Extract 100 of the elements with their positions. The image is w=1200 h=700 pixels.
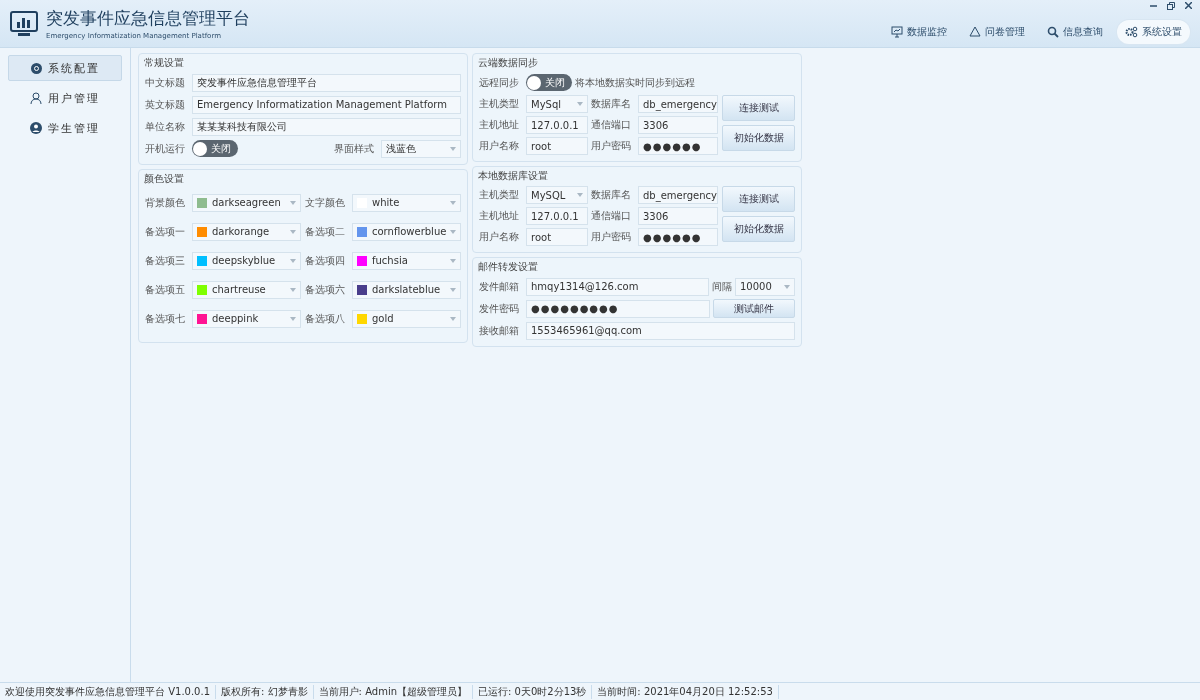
test-mail-button[interactable]: 测试邮件	[713, 299, 795, 318]
color-dropdown[interactable]: darkseagreen	[192, 193, 301, 212]
minimize-icon[interactable]	[1150, 2, 1157, 9]
field-label: 备选项二	[305, 224, 346, 239]
field-label: 主机类型	[479, 188, 520, 202]
input-field[interactable]: root	[526, 137, 588, 155]
password-field[interactable]: ●●●●●●	[638, 228, 718, 246]
password-field[interactable]: ●●●●●●●●●	[526, 299, 710, 318]
field-label: 数据库名	[591, 188, 632, 202]
color-dropdown[interactable]: darkslateblue	[352, 280, 461, 299]
color-dropdown[interactable]: white	[352, 193, 461, 212]
dropdown[interactable]: 浅蓝色	[381, 139, 461, 158]
field-label: 主机地址	[479, 209, 520, 223]
input-field[interactable]: 3306	[638, 116, 718, 134]
color-dropdown[interactable]: chartreuse	[192, 280, 301, 299]
field-label: 备选项三	[145, 253, 186, 268]
action-button[interactable]: 初始化数据	[722, 216, 795, 242]
toggle-switch[interactable]: 关闭	[192, 140, 238, 157]
dropdown[interactable]: 10000	[735, 277, 795, 296]
color-dropdown[interactable]: deepskyblue	[192, 251, 301, 270]
sync-note: 将本地数据实时同步到远程	[575, 75, 695, 90]
field-label: 备选项七	[145, 311, 186, 326]
field-label: 用户名称	[479, 139, 520, 153]
field-label: 用户密码	[591, 139, 632, 153]
color-dropdown[interactable]: darkorange	[192, 222, 301, 241]
sidebar-item[interactable]: 学生管理	[8, 115, 122, 141]
caret-icon	[290, 258, 296, 263]
input-field[interactable]: 3306	[638, 207, 718, 225]
input-field[interactable]: root	[526, 228, 588, 246]
field-label: 背景颜色	[145, 195, 186, 210]
color-dropdown[interactable]: cornflowerblue	[352, 222, 461, 241]
status-text: 版权所有: 幻梦青影	[216, 684, 314, 699]
caret-icon	[290, 200, 296, 205]
chart-monitor-icon	[10, 10, 38, 37]
color-dropdown[interactable]: fuchsia	[352, 251, 461, 270]
caret-icon	[450, 258, 456, 263]
field-label: 发件邮箱	[479, 279, 520, 294]
nav-tab[interactable]: 信息查询	[1039, 19, 1111, 44]
field-label: 单位名称	[145, 119, 186, 134]
status-text: 欢迎使用突发事件应急信息管理平台 V1.0.0.1	[0, 684, 216, 699]
caret-icon	[577, 102, 583, 106]
toggle-switch[interactable]: 关闭	[526, 74, 572, 91]
nav-tab[interactable]: 系统设置	[1117, 19, 1190, 44]
caret-icon	[290, 287, 296, 292]
caret-icon	[450, 287, 456, 292]
field-label: 主机地址	[479, 118, 520, 132]
user-icon	[30, 92, 42, 104]
field-label: 主机类型	[479, 97, 520, 111]
input-field[interactable]: 突发事件应急信息管理平台	[192, 73, 461, 92]
nav-tab[interactable]: 数据监控	[883, 19, 955, 44]
caret-icon	[290, 229, 296, 234]
input-field[interactable]: 某某某科技有限公司	[192, 117, 461, 136]
field-label: 备选项六	[305, 282, 346, 297]
action-button[interactable]: 连接测试	[722, 95, 795, 121]
action-button[interactable]: 初始化数据	[722, 125, 795, 151]
caret-icon	[784, 284, 790, 289]
field-label: 备选项五	[145, 282, 186, 297]
input-field[interactable]: hmqy1314@126.com	[526, 277, 709, 296]
field-label: 用户名称	[479, 230, 520, 244]
caret-icon	[290, 316, 296, 321]
search-icon	[1047, 25, 1059, 38]
field-label: 远程同步	[479, 75, 520, 90]
sidebar-item[interactable]: 系统配置	[8, 55, 122, 81]
field-label: 间隔	[712, 279, 732, 294]
input-field[interactable]: db_emergency	[638, 186, 718, 204]
caret-icon	[577, 193, 583, 197]
restore-icon[interactable]	[1167, 2, 1175, 10]
field-label: 中文标题	[145, 75, 186, 90]
close-icon[interactable]	[1185, 2, 1192, 9]
group-title: 颜色设置	[144, 172, 185, 186]
user-icon	[30, 122, 42, 134]
group-title: 常规设置	[144, 56, 185, 70]
field-label: 备选项一	[145, 224, 186, 239]
field-label: 通信端口	[591, 118, 632, 132]
field-label: 备选项四	[305, 253, 346, 268]
password-field[interactable]: ●●●●●●	[638, 137, 718, 155]
color-dropdown[interactable]: deeppink	[192, 309, 301, 328]
input-field[interactable]: Emergency Informatization Management Platform	[192, 95, 461, 114]
field-label: 备选项八	[305, 311, 346, 326]
monitor-icon	[891, 25, 903, 38]
caret-icon	[450, 229, 456, 234]
caret-icon	[450, 316, 456, 321]
field-label: 文字颜色	[305, 195, 346, 210]
dropdown[interactable]: MySql	[526, 95, 588, 113]
input-field[interactable]: 1553465961@qq.com	[526, 321, 795, 340]
field-label: 数据库名	[591, 97, 632, 111]
group-title: 邮件转发设置	[478, 260, 539, 274]
nav-tab[interactable]: 问卷管理	[961, 19, 1033, 44]
input-field[interactable]: db_emergency	[638, 95, 718, 113]
color-dropdown[interactable]: gold	[352, 309, 461, 328]
field-label: 接收邮箱	[479, 323, 520, 338]
input-field[interactable]: 127.0.0.1	[526, 207, 588, 225]
dropdown[interactable]: MySQL	[526, 186, 588, 204]
caret-icon	[450, 200, 456, 205]
app-title: 突发事件应急信息管理平台	[46, 7, 250, 30]
field-label: 发件密码	[479, 301, 520, 316]
action-button[interactable]: 连接测试	[722, 186, 795, 212]
input-field[interactable]: 127.0.0.1	[526, 116, 588, 134]
field-label: 英文标题	[145, 97, 186, 112]
sidebar-item[interactable]: 用户管理	[8, 85, 122, 111]
